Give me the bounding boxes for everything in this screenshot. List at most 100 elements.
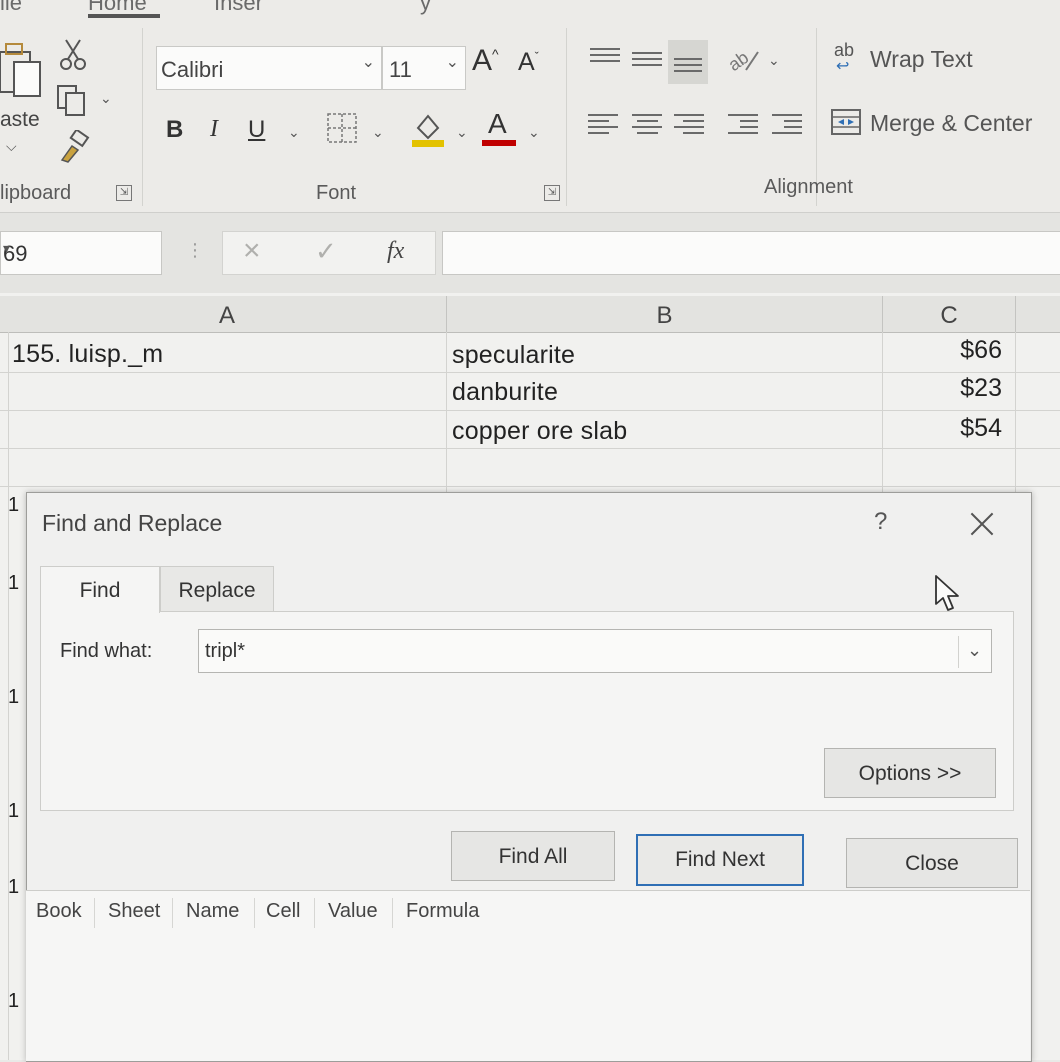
tab-other[interactable]: y [420, 0, 431, 16]
tab-find[interactable]: Find [40, 566, 160, 613]
ribbon-separator [566, 28, 567, 206]
mouse-pointer-icon [935, 575, 959, 611]
name-box-dropdown-icon[interactable]: ▾ [3, 240, 153, 257]
merge-center-label: Merge & Center [870, 110, 1033, 136]
results-header-sheet[interactable]: Sheet [108, 900, 160, 923]
underline-dropdown-icon[interactable]: ⌄ [288, 124, 300, 141]
clipboard-group-label: lipboard [0, 182, 72, 204]
fill-color-icon[interactable] [410, 110, 446, 148]
formula-input[interactable] [442, 231, 1060, 275]
cell-b-value[interactable]: danburite [452, 378, 558, 407]
table-row: copper ore slab $54 [0, 412, 1060, 450]
grow-font-button[interactable]: A^ [472, 44, 499, 78]
merge-center-icon [831, 109, 861, 135]
insert-function-icon[interactable]: fx [387, 238, 404, 265]
copy-icon[interactable] [56, 84, 90, 118]
cell-a-value[interactable]: 155. luisp._m [12, 340, 163, 369]
paste-dropdown-arrow-icon[interactable]: ⌵ [6, 138, 17, 155]
close-button[interactable]: Close [846, 838, 1018, 888]
wrap-text-label: Wrap Text [870, 46, 973, 72]
column-header-d[interactable] [1016, 296, 1060, 333]
active-tab-indicator [88, 14, 160, 18]
grid-line [0, 486, 1060, 487]
shrink-font-button[interactable]: Aˇ [518, 48, 539, 77]
tab-insert[interactable]: Inser [214, 0, 263, 16]
find-what-dropdown[interactable]: ⌄ [958, 636, 991, 668]
font-name-value: Calibri [161, 57, 224, 82]
close-icon[interactable] [962, 504, 1002, 544]
increase-indent-icon[interactable] [772, 110, 802, 134]
align-left-icon[interactable] [588, 110, 618, 134]
results-header-value[interactable]: Value [328, 900, 378, 923]
underline-button[interactable]: U [248, 116, 265, 144]
find-what-input[interactable] [198, 629, 992, 673]
results-header-separator[interactable] [254, 898, 255, 928]
font-size-box[interactable]: 11 ⌄ [382, 46, 466, 90]
cell-c-value[interactable]: $66 [882, 336, 1002, 365]
ribbon-separator [142, 28, 143, 206]
paste-label[interactable]: aste [0, 108, 40, 132]
results-header-separator[interactable] [172, 898, 173, 928]
help-button[interactable]: ? [874, 508, 887, 536]
align-center-icon[interactable] [632, 110, 662, 134]
cell-c-value[interactable]: $23 [882, 374, 1002, 403]
tab-replace-label: Replace [178, 579, 256, 602]
align-right-icon[interactable] [674, 110, 704, 134]
ribbon: ile Home Inser y aste ⌵ ⌄ lipboard ⇲ Cal… [0, 0, 1060, 213]
bottom-align-icon[interactable] [668, 40, 708, 84]
clipboard-launcher-icon[interactable]: ⇲ [116, 185, 132, 201]
alignment-group-label: Alignment [764, 176, 853, 198]
cut-icon[interactable] [58, 38, 88, 72]
row-header-fragment: 1 [8, 494, 20, 516]
cell-b-value[interactable]: specularite [452, 341, 575, 370]
bold-button[interactable]: B [166, 116, 183, 144]
tab-file[interactable]: ile [0, 0, 22, 16]
font-group-label: Font [316, 182, 357, 204]
results-list[interactable] [26, 890, 1030, 1061]
column-header-b[interactable]: B [447, 296, 883, 333]
cell-c-value[interactable]: $54 [882, 414, 1002, 443]
copy-dropdown-arrow-icon[interactable]: ⌄ [100, 90, 112, 107]
top-align-icon[interactable] [590, 44, 620, 68]
format-painter-icon[interactable] [58, 130, 90, 164]
font-size-value: 11 [389, 57, 412, 82]
column-header-a[interactable]: A [8, 296, 447, 333]
font-name-box[interactable]: Calibri ⌄ [156, 46, 382, 90]
cell-b-value[interactable]: copper ore slab [452, 417, 627, 446]
results-header-name[interactable]: Name [186, 900, 239, 923]
options-button[interactable]: Options >> [824, 748, 996, 798]
results-header-formula[interactable]: Formula [406, 900, 479, 923]
column-header-c[interactable]: C [883, 296, 1016, 333]
chevron-down-icon: ⌄ [967, 640, 983, 660]
tab-find-label: Find [79, 579, 121, 602]
results-header-cell[interactable]: Cell [266, 900, 300, 923]
decrease-indent-icon[interactable] [728, 110, 758, 134]
borders-dropdown-icon[interactable]: ⌄ [372, 124, 384, 141]
grow-font-icon: A [472, 44, 493, 77]
name-box[interactable]: 69 ▾ [0, 231, 162, 275]
middle-align-icon[interactable] [632, 48, 662, 72]
find-all-button[interactable]: Find All [451, 831, 615, 881]
results-header-separator[interactable] [94, 898, 95, 928]
font-launcher-icon[interactable]: ⇲ [544, 185, 560, 201]
formula-buttons: × ✓ fx [222, 231, 436, 275]
row-header-fragment: 1 [8, 990, 20, 1012]
italic-button[interactable]: I [210, 116, 218, 143]
font-color-button[interactable]: A [482, 108, 518, 148]
enter-check-icon[interactable]: ✓ [315, 236, 337, 267]
borders-icon[interactable] [326, 112, 360, 146]
font-color-dropdown-icon[interactable]: ⌄ [528, 124, 540, 141]
find-next-button[interactable]: Find Next [636, 834, 804, 886]
results-header-separator[interactable] [392, 898, 393, 928]
results-header-book[interactable]: Book [36, 900, 82, 923]
tab-replace[interactable]: Replace [160, 566, 274, 613]
results-header-separator[interactable] [314, 898, 315, 928]
font-size-dropdown-icon[interactable]: ⌄ [446, 52, 459, 72]
orientation-icon[interactable]: ab [726, 42, 762, 76]
orientation-dropdown-icon[interactable]: ⌄ [768, 52, 780, 69]
cancel-entry-icon[interactable]: × [243, 234, 261, 268]
fill-color-dropdown-icon[interactable]: ⌄ [456, 124, 468, 141]
paste-icon[interactable] [0, 36, 48, 104]
font-name-dropdown-icon[interactable]: ⌄ [362, 52, 375, 72]
formula-bar-grip-icon[interactable]: ⋮ [186, 240, 204, 261]
